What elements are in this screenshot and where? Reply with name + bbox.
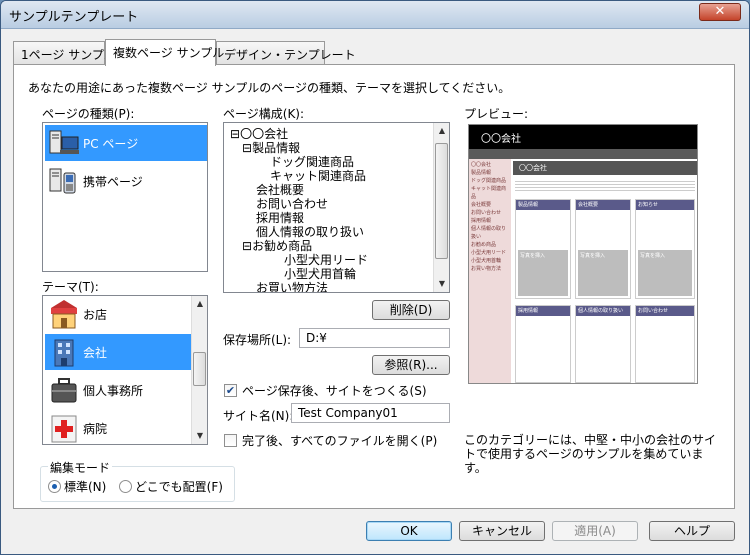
scroll-down-arrow-icon[interactable]: ▼ [192,428,207,444]
dialog-window: サンプルテンプレート ✕ 1ページ サンプル 複数ページ サンプル デザイン・テ… [0,0,750,555]
preview-image: 〇〇会社 〇〇会社 製品情報 ドッグ関連商品 キャット関連商品 会社概要 お問い… [468,124,698,384]
edit-mode-label: 編集モード [48,459,113,476]
preview-description: このカテゴリーには、中堅・中小の会社のサイトで使用するページのサンプルを集めてい… [464,433,717,475]
close-button[interactable]: ✕ [699,3,741,21]
tree-scrollbar[interactable]: ▲ ▼ [433,123,449,292]
preview-card: お知らせ 写真を挿入 [635,199,695,299]
preview-intro-text [515,179,695,193]
scroll-down-arrow-icon[interactable]: ▼ [434,276,449,292]
theme-item-hospital[interactable]: 病院 [45,410,191,444]
window-title: サンプルテンプレート [9,10,139,25]
edit-mode-standard-label: 標準(N) [64,480,107,494]
pc-icon [49,130,79,154]
themes-scrollbar[interactable]: ▲ ▼ [191,296,207,444]
delete-button[interactable]: 削除(D) [372,300,450,320]
preview-card: お問い合わせ [635,305,695,383]
preview-card: 会社概要 写真を挿入 [575,199,631,299]
briefcase-icon [51,378,77,403]
scroll-thumb[interactable] [193,352,206,386]
edit-mode-standard-radio[interactable] [48,480,61,493]
help-button[interactable]: ヘルプ [649,521,735,541]
title-bar[interactable]: サンプルテンプレート ✕ [1,1,749,29]
site-name-label: サイト名(N): [223,409,294,423]
open-all-files-label: 完了後、すべてのファイルを開く(P) [242,434,438,448]
theme-item-shop[interactable]: お店 [45,296,191,332]
mobile-phone-icon [49,168,76,194]
office-building-icon [54,339,74,367]
preview-subheader: 〇〇会社 [513,161,697,175]
create-site-checkbox[interactable]: ✔ [224,384,237,397]
save-location-label: 保存場所(L): [223,333,292,347]
preview-card: 個人情報の取り扱い [575,305,631,383]
preview-nav-bar [469,149,697,159]
scroll-up-arrow-icon[interactable]: ▲ [192,296,207,312]
browse-button[interactable]: 参照(R)... [372,355,450,375]
page-structure-tree[interactable]: ⊟〇〇会社 ⊟製品情報 ドッグ関連商品 キャット関連商品 会社概要 お問い合わせ… [223,122,450,293]
preview-header: 〇〇会社 [469,125,697,149]
tab-design-template[interactable]: デザイン・テンプレート [216,41,356,65]
preview-sidebar: 〇〇会社 製品情報 ドッグ関連商品 キャット関連商品 会社概要 お問い合わせ 採… [469,159,511,383]
site-name-input[interactable]: Test Company01 [291,403,450,423]
theme-item-private-office[interactable]: 個人事務所 [45,372,191,408]
collapse-icon[interactable]: ⊟ [242,239,252,253]
preview-label: プレビュー: [464,107,529,121]
cancel-button[interactable]: キャンセル [459,521,545,541]
tab-panel: あなたの用途にあった複数ページ サンプルのページの種類、テーマを選択してください… [13,64,735,509]
page-type-item-pc[interactable]: PC ページ [45,125,207,161]
apply-button[interactable]: 適用(A) [552,521,638,541]
page-type-item-mobile[interactable]: 携帯ページ [45,163,207,199]
tree-node[interactable]: お買い物方法 [256,279,328,292]
create-site-label: ページ保存後、サイトをつくる(S) [242,384,427,398]
shop-icon [51,300,77,329]
tab-multi-page-sample[interactable]: 複数ページ サンプル [105,39,224,66]
collapse-icon[interactable]: ⊟ [230,127,240,141]
collapse-icon[interactable]: ⊟ [242,141,252,155]
tab-single-page-sample[interactable]: 1ページ サンプル [13,41,116,65]
edit-mode-anywhere-label: どこでも配置(F) [135,480,223,494]
page-type-label: 携帯ページ [83,174,143,189]
theme-item-company[interactable]: 会社 [45,334,191,370]
instructions-text: あなたの用途にあった複数ページ サンプルのページの種類、テーマを選択してください… [28,81,511,95]
page-types-label: ページの種類(P): [42,107,135,121]
scroll-up-arrow-icon[interactable]: ▲ [434,123,449,139]
scroll-thumb[interactable] [435,143,448,259]
theme-label: 病院 [83,421,108,436]
themes-list[interactable]: お店 会社 個人事務所 病院 ▲ ▼ [42,295,208,445]
preview-card: 製品情報 写真を挿入 [515,199,571,299]
ok-button[interactable]: OK [366,521,452,541]
open-all-files-checkbox[interactable] [224,434,237,447]
page-structure-label: ページ構成(K): [223,107,305,121]
page-types-list[interactable]: PC ページ 携帯ページ [42,122,208,272]
preview-card: 採用情報 [515,305,571,383]
theme-label: 会社 [83,345,108,360]
themes-label: テーマ(T): [42,280,99,294]
theme-label: お店 [83,307,108,322]
hospital-icon [51,415,77,443]
edit-mode-anywhere-radio[interactable] [119,480,132,493]
theme-label: 個人事務所 [83,383,144,398]
save-location-input[interactable]: D:¥ [299,328,450,348]
page-type-label: PC ページ [83,136,139,151]
